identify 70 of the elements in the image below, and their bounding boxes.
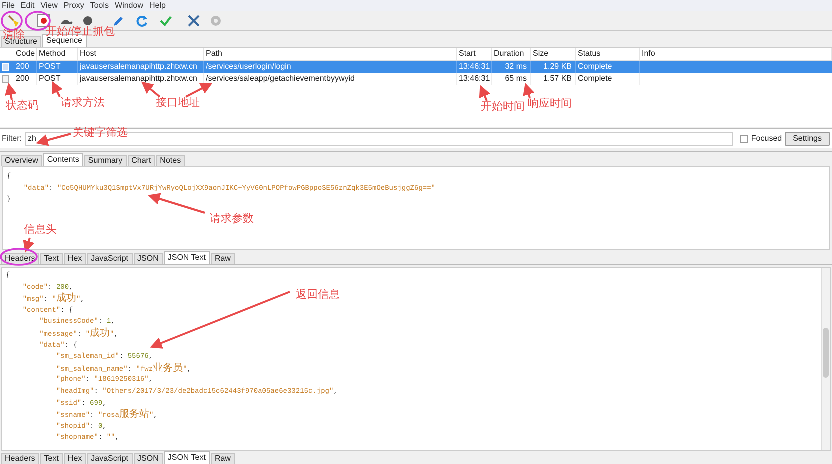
arrow	[23, 238, 35, 253]
format-tab[interactable]: Raw	[210, 453, 235, 464]
focused-checkbox[interactable]	[740, 134, 748, 142]
column-header[interactable]: Code	[0, 48, 37, 60]
column-header[interactable]: Duration	[492, 48, 531, 60]
annotation-label: 接口地址	[156, 98, 200, 109]
arrow	[523, 83, 535, 98]
table-cell: Complete	[576, 73, 640, 85]
column-header[interactable]: Path	[204, 48, 457, 60]
broom-icon[interactable]	[7, 14, 21, 28]
arrow	[186, 83, 213, 98]
table-cell: POST	[37, 73, 78, 85]
table-cell: 13:46:31	[457, 73, 492, 85]
menu-item[interactable]: Window	[115, 2, 144, 10]
format-tab[interactable]: Text	[40, 253, 63, 264]
table-cell: /services/saleapp/getachievementbyywyid	[204, 73, 457, 85]
column-header[interactable]: Method	[37, 48, 78, 60]
annotation-label: 状态码	[6, 101, 39, 112]
annotation-label: 开始时间	[481, 102, 525, 113]
format-tab[interactable]: JavaScript	[87, 453, 133, 464]
detail-tab[interactable]: Notes	[156, 155, 186, 166]
format-tab[interactable]: Raw	[210, 253, 235, 264]
settings-button[interactable]: Settings	[785, 132, 830, 146]
arrow	[479, 85, 490, 102]
menu-item[interactable]: Help	[149, 2, 166, 10]
detail-tab[interactable]: Contents	[43, 153, 84, 166]
arrow	[141, 82, 161, 98]
scrollbar[interactable]	[821, 268, 830, 450]
table-cell: javausersalemanapihttp.zhtxw.cn	[78, 73, 204, 85]
annotation-label: 信息头	[24, 225, 57, 236]
circle-icon[interactable]	[81, 14, 95, 28]
menu-item[interactable]: File	[2, 2, 15, 10]
format-tab[interactable]: Hex	[64, 253, 86, 264]
detail-tab[interactable]: Overview	[1, 155, 42, 166]
format-tab[interactable]: JSON Text	[164, 451, 210, 464]
format-tab[interactable]: JSON	[134, 253, 163, 264]
menu-item[interactable]: Proxy	[64, 2, 84, 10]
annotation-label: 请求方法	[61, 98, 105, 109]
filter-label: Filter:	[2, 132, 22, 144]
format-tab[interactable]: JavaScript	[87, 253, 133, 264]
format-tab[interactable]: Hex	[64, 453, 86, 464]
table-cell: 65 ms	[492, 73, 531, 85]
format-tab[interactable]: JSON Text	[164, 251, 210, 264]
focused-label: Focused	[751, 132, 782, 144]
arrow	[36, 133, 72, 146]
format-tab[interactable]: JSON	[134, 453, 163, 464]
highlight-circle	[0, 248, 38, 266]
format-tab[interactable]: Text	[40, 453, 63, 464]
menu-item[interactable]: Tools	[90, 2, 110, 10]
menu-item[interactable]: View	[40, 2, 58, 10]
highlight-circle	[1, 11, 23, 31]
column-header[interactable]: Start	[457, 48, 492, 60]
arrow	[52, 81, 63, 98]
arrow	[148, 193, 206, 214]
menu-item[interactable]: Edit	[20, 2, 35, 10]
detail-tab[interactable]: Chart	[128, 155, 156, 166]
column-header[interactable]: Host	[78, 48, 204, 60]
annotation-label: 请求参数	[210, 214, 254, 225]
annotation-label: 响应时间	[528, 99, 572, 110]
table-cell: 200	[0, 73, 37, 85]
check-icon[interactable]	[159, 14, 173, 28]
arrow	[5, 83, 17, 100]
refresh-icon[interactable]	[135, 14, 149, 28]
detail-tab[interactable]: Summary	[84, 155, 127, 166]
format-tab[interactable]: Headers	[1, 453, 40, 464]
table-cell: 1.57 KB	[531, 73, 576, 85]
column-header[interactable]: Info	[640, 48, 832, 60]
column-header[interactable]: Status	[576, 48, 640, 60]
column-header[interactable]: Size	[531, 48, 576, 60]
annotation-label: 返回信息	[296, 290, 340, 301]
